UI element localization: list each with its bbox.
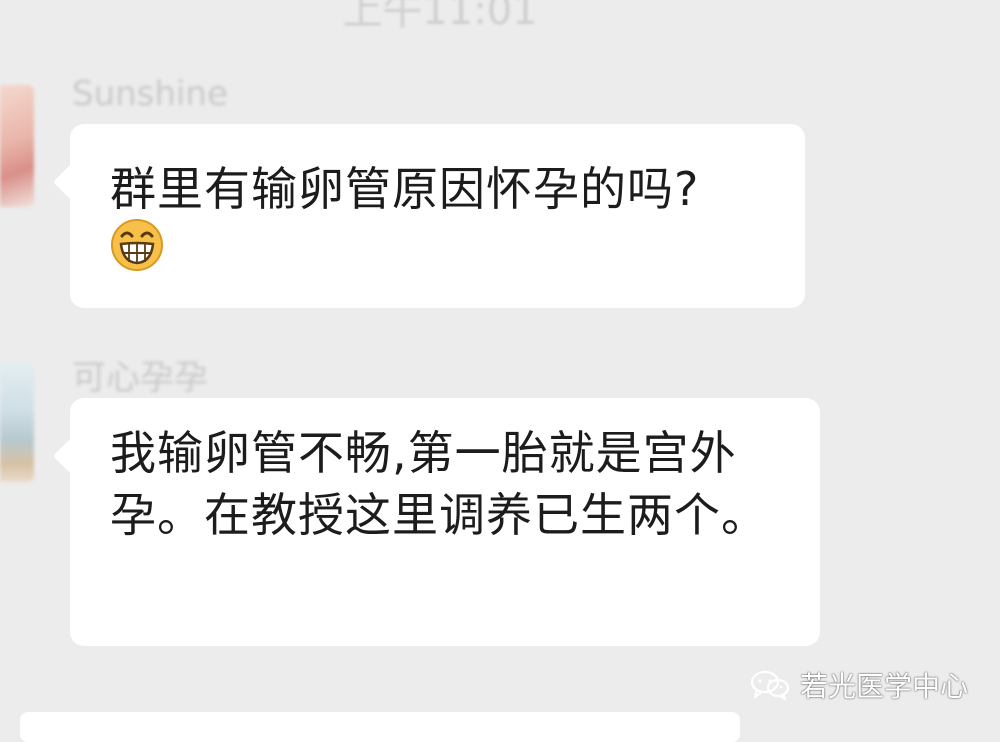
sender-name: 可心孕孕 bbox=[72, 358, 208, 398]
watermark-label: 若光医学中心 bbox=[799, 670, 968, 703]
sender-avatar[interactable] bbox=[0, 362, 34, 482]
sender-name: Sunshine bbox=[72, 74, 228, 114]
wechat-icon bbox=[750, 670, 790, 700]
grinning-face-icon bbox=[109, 216, 165, 272]
next-message-bubble[interactable] bbox=[20, 712, 740, 742]
watermark: 若光医学中心 bbox=[750, 665, 968, 705]
message-text: 群里有输卵管原因怀孕的吗? bbox=[110, 162, 700, 216]
message-timestamp: 上午11:01 bbox=[342, 0, 538, 34]
message-bubble[interactable]: 群里有输卵管原因怀孕的吗? bbox=[70, 124, 805, 308]
sender-avatar[interactable] bbox=[0, 85, 34, 207]
message-bubble[interactable]: 我输卵管不畅,第一胎就是宫外孕。在教授这里调养已生两个。 bbox=[70, 398, 820, 646]
message-text: 我输卵管不畅,第一胎就是宫外孕。在教授这里调养已生两个。 bbox=[110, 426, 768, 542]
